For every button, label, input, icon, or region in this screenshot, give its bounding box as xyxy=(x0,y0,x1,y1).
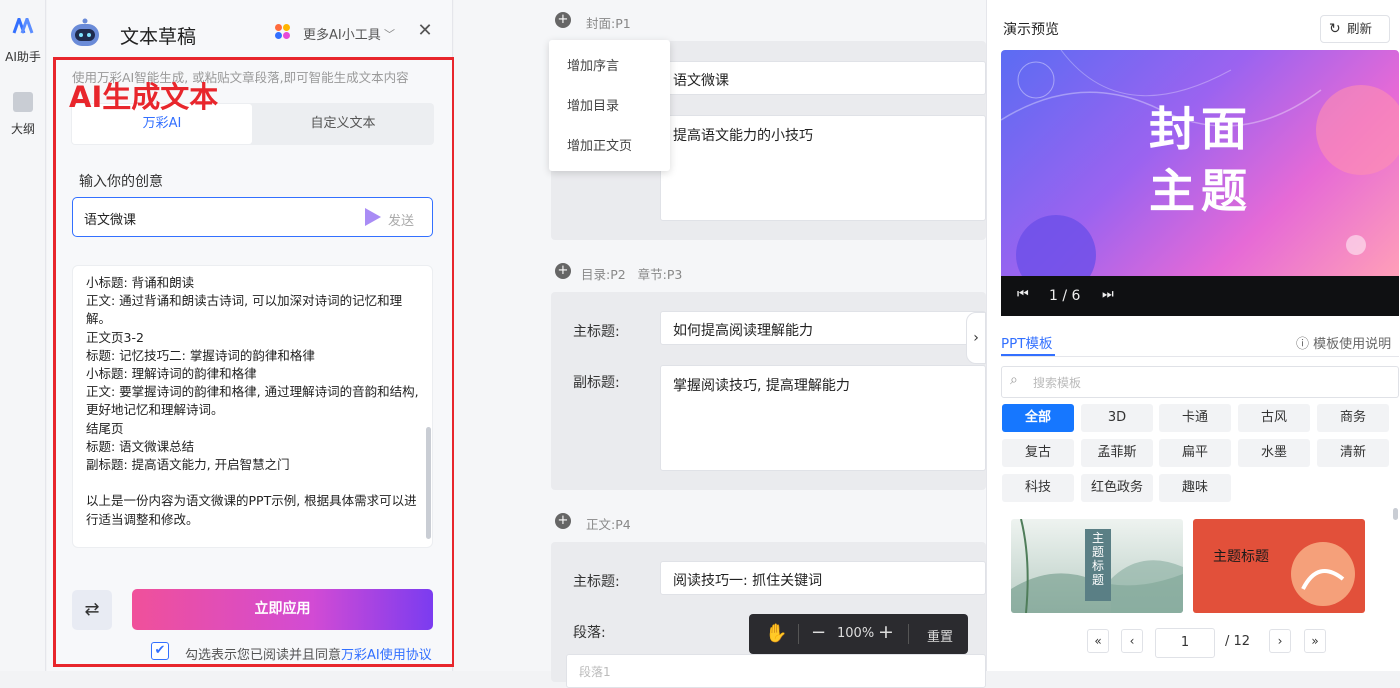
generated-text[interactable]: 小标题: 背诵和朗读 正文: 通过背诵和朗读古诗词, 可以加深对诗词的记忆和理解… xyxy=(86,274,422,529)
menu-add-preface[interactable]: 增加序言 xyxy=(567,55,619,74)
refresh-icon: ↻ xyxy=(1329,21,1341,37)
section-header-cover: 封面:P1 xyxy=(586,16,631,31)
tab-custom-text[interactable]: 自定义文本 xyxy=(252,104,434,144)
chevron-down-icon[interactable]: ﹀ xyxy=(384,26,395,42)
chip-memphis[interactable]: 孟菲斯 xyxy=(1081,439,1153,467)
thumb2-title: 主题标题 xyxy=(1213,549,1269,565)
search-icon: ⌕ xyxy=(1010,372,1018,388)
slide-background: 封面 主题 xyxy=(1001,50,1399,276)
template-tabs: PPT模板 xyxy=(1001,332,1053,352)
regenerate-button[interactable]: ⇄ xyxy=(72,590,112,630)
slide-controls: ⏮ 1 / 6 ⏭ xyxy=(1001,276,1399,316)
search-placeholder[interactable]: 搜索模板 xyxy=(1033,374,1081,391)
menu-add-body-page[interactable]: 增加正文页 xyxy=(567,135,632,154)
divider xyxy=(908,624,909,644)
last-page-icon[interactable]: » xyxy=(1304,629,1326,653)
chip-cartoon[interactable]: 卡通 xyxy=(1159,404,1231,432)
chip-retro[interactable]: 复古 xyxy=(1002,439,1074,467)
chip-all[interactable]: 全部 xyxy=(1002,404,1074,432)
text-scrollbar[interactable] xyxy=(426,427,431,539)
template-help-link[interactable]: ⓘ 模板使用说明 xyxy=(1296,333,1391,352)
tab-divider xyxy=(1001,356,1399,357)
more-ai-tools-button[interactable]: 更多AI小工具 xyxy=(303,24,381,43)
chip-ink[interactable]: 水墨 xyxy=(1238,439,1310,467)
paragraph-field[interactable]: 段落1 xyxy=(566,654,986,688)
apply-now-button[interactable]: 立即应用 xyxy=(132,589,433,630)
rail-outline-label[interactable]: 大纲 xyxy=(0,120,46,137)
slide-preview[interactable]: 封面 主题 ⏮ 1 / 6 ⏭ xyxy=(1001,50,1399,316)
thumb1-title: 主题标题 xyxy=(1092,531,1105,587)
rail-ai-label[interactable]: AI助手 xyxy=(0,48,46,65)
add-section-icon[interactable]: + xyxy=(555,513,571,529)
agreement-link[interactable]: 万彩AI使用协议 xyxy=(341,648,432,663)
cover-title-field[interactable]: 语文微课 xyxy=(660,61,986,95)
reset-zoom-button[interactable]: 重置 xyxy=(927,626,953,645)
first-page-icon[interactable]: « xyxy=(1087,629,1109,653)
idea-input-value[interactable]: 语文微课 xyxy=(84,209,136,228)
template-thumb-red[interactable]: 主题标题 xyxy=(1193,519,1365,613)
apps-icon[interactable] xyxy=(275,24,291,40)
template-scrollbar[interactable] xyxy=(1393,508,1398,520)
slide-counter: 1 / 6 xyxy=(1049,288,1081,304)
section-header-body: 正文:P4 xyxy=(586,517,631,532)
hand-tool-icon[interactable]: ✋ xyxy=(765,623,787,644)
chip-flat[interactable]: 扁平 xyxy=(1159,439,1231,467)
template-thumb-ink[interactable]: 主题标题 xyxy=(1011,519,1183,613)
next-slide-icon[interactable]: ⏭ xyxy=(1102,287,1114,302)
subtitle-label: 副标题: xyxy=(573,375,620,391)
ai-generate-annotation: AI生成文本 xyxy=(69,80,219,114)
slide-cover-title: 封面 主题 xyxy=(1149,102,1253,218)
collapse-arrow-icon[interactable]: › xyxy=(966,312,986,364)
chip-3d[interactable]: 3D xyxy=(1081,404,1153,432)
zoom-level: 100% xyxy=(837,626,875,641)
chip-business[interactable]: 商务 xyxy=(1317,404,1389,432)
robot-icon xyxy=(71,18,99,46)
send-button[interactable]: 发送 xyxy=(388,210,414,229)
divider xyxy=(798,624,799,644)
chip-fun[interactable]: 趣味 xyxy=(1159,474,1231,502)
toc-subtitle-field[interactable]: 掌握阅读技巧, 提高理解能力 xyxy=(660,365,986,471)
refresh-button[interactable]: ↻ 刷新 xyxy=(1320,15,1390,43)
main-title-label: 主标题: xyxy=(573,574,620,590)
outline-icon[interactable] xyxy=(13,92,33,112)
chip-tech[interactable]: 科技 xyxy=(1002,474,1074,502)
chip-ancient[interactable]: 古风 xyxy=(1238,404,1310,432)
agree-checkbox[interactable]: ✔ xyxy=(151,642,169,660)
idea-label: 输入你的创意 xyxy=(79,174,163,190)
add-section-icon[interactable]: + xyxy=(555,12,571,28)
preview-title: 演示预览 xyxy=(1003,22,1059,38)
first-slide-icon[interactable]: ⏮ xyxy=(1017,287,1029,302)
next-page-icon[interactable]: › xyxy=(1269,629,1291,653)
section-header-toc: 目录:P2 章节:P3 xyxy=(581,267,683,282)
info-icon: ⓘ xyxy=(1296,337,1310,352)
toc-title-field[interactable]: 如何提高阅读理解能力 xyxy=(660,311,986,345)
ai-assistant-icon[interactable] xyxy=(12,18,34,34)
close-icon[interactable]: ✕ xyxy=(414,20,436,42)
crane-art xyxy=(1291,542,1355,606)
add-section-icon[interactable]: + xyxy=(555,263,571,279)
menu-add-toc[interactable]: 增加目录 xyxy=(567,95,619,114)
agreement-text: 勾选表示您已阅读并且同意万彩AI使用协议 xyxy=(185,648,432,663)
body-title-field[interactable]: 阅读技巧一: 抓住关键词 xyxy=(660,561,986,595)
zoom-toolbar: ✋ − 100% + 重置 xyxy=(749,614,968,654)
send-icon[interactable] xyxy=(365,208,381,226)
left-rail: AI助手 大纲 xyxy=(0,0,46,671)
tab-ppt-template[interactable]: PPT模板 xyxy=(1001,336,1053,352)
main-title-label: 主标题: xyxy=(573,324,620,340)
page-number-input[interactable]: 1 xyxy=(1155,628,1215,658)
chip-fresh[interactable]: 清新 xyxy=(1317,439,1389,467)
paragraph-label: 段落: xyxy=(573,625,606,641)
panel-title: 文本草稿 xyxy=(120,26,197,48)
page-total: / 12 xyxy=(1225,634,1251,649)
cover-subtitle-field[interactable]: 提高语文能力的小技巧 xyxy=(660,115,986,221)
zoom-in-icon[interactable]: + xyxy=(878,621,894,643)
prev-page-icon[interactable]: ‹ xyxy=(1121,629,1143,653)
chip-red-gov[interactable]: 红色政务 xyxy=(1081,474,1153,502)
zoom-out-icon[interactable]: − xyxy=(811,622,826,643)
